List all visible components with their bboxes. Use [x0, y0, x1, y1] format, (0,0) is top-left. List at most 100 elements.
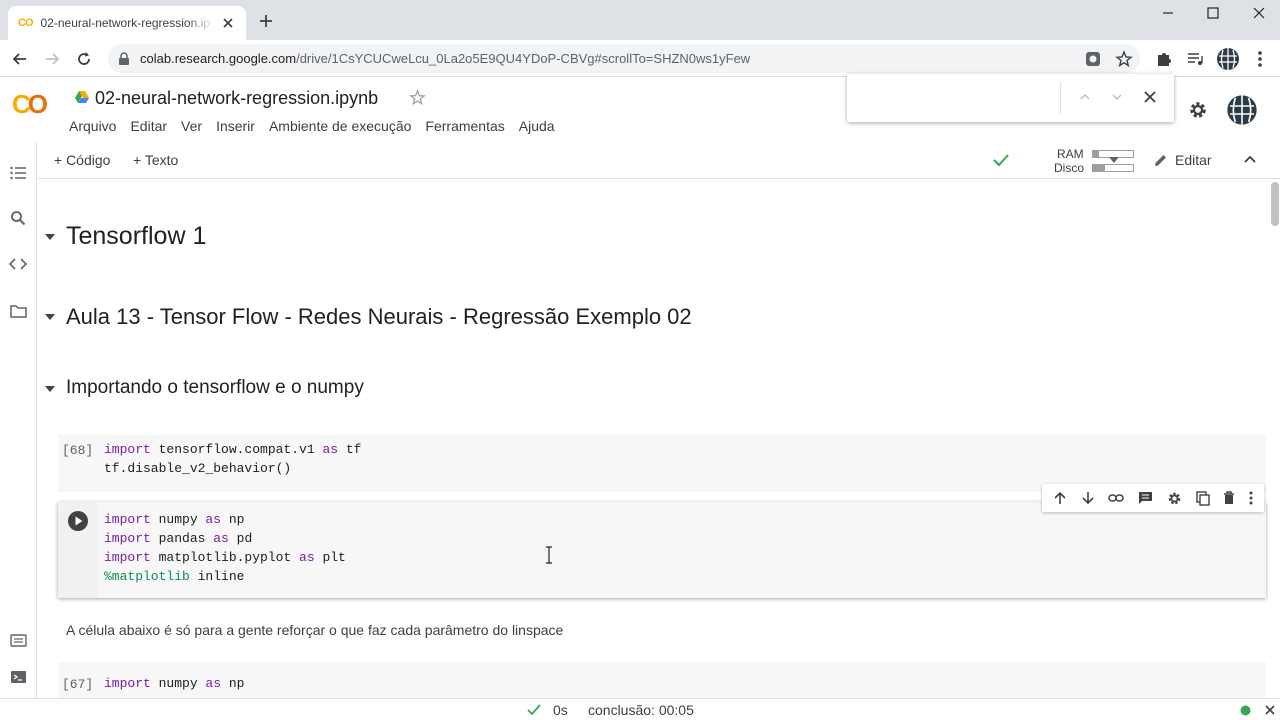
menu-ver[interactable]: Ver [181, 118, 202, 134]
media-queue-icon[interactable] [1186, 50, 1204, 68]
add-code-cell-button[interactable]: + Código [54, 152, 110, 168]
code-token: tf.disable_v2_behavior() [104, 461, 292, 476]
vertical-scrollbar[interactable] [1268, 180, 1280, 698]
find-close-icon[interactable] [1143, 90, 1157, 104]
execution-count: [67] [62, 677, 94, 692]
link-cell-icon[interactable] [1108, 491, 1125, 505]
minimize-icon[interactable] [1158, 5, 1178, 21]
collapse-header-icon[interactable] [1244, 155, 1256, 163]
heading-tensorflow: Tensorflow 1 [66, 222, 207, 250]
colab-logo-o: O [27, 89, 48, 119]
add-text-cell-button[interactable]: + Texto [133, 152, 178, 168]
code-token: as [322, 442, 339, 457]
collapse-section-icon[interactable] [44, 383, 56, 395]
close-window-icon[interactable] [1249, 5, 1269, 21]
comment-icon[interactable] [1138, 491, 1153, 505]
menu-inserir[interactable]: Inserir [216, 118, 255, 134]
colab-logo-c: C [12, 89, 31, 119]
colab-logo[interactable]: CO [12, 89, 48, 120]
new-tab-icon[interactable] [258, 13, 274, 29]
code-token: import [104, 550, 151, 565]
runtime-status-dot-icon [1240, 705, 1251, 716]
edit-button[interactable]: Editar [1175, 152, 1212, 168]
menu-editar[interactable]: Editar [130, 118, 167, 134]
google-drive-icon[interactable] [74, 90, 90, 104]
find-next-icon[interactable] [1111, 91, 1123, 103]
url-text: colab.research.google.com/drive/1CsYCUCw… [140, 51, 750, 66]
menu-ferramentas[interactable]: Ferramentas [425, 118, 504, 134]
disk-meter [1092, 164, 1134, 172]
files-folder-icon[interactable] [10, 304, 27, 318]
heading-importando: Importando o tensorflow e o numpy [66, 377, 364, 398]
settings-gear-icon[interactable] [1188, 100, 1208, 120]
code-token: as [299, 550, 315, 565]
browser-menu-icon[interactable] [1256, 50, 1264, 68]
run-cell-icon[interactable] [67, 510, 89, 532]
browser-tab[interactable]: CO 02-neural-network-regression.ipynb - … [8, 6, 246, 40]
extensions-icon[interactable] [1155, 50, 1173, 68]
forward-icon[interactable] [43, 50, 61, 68]
cell-settings-icon[interactable] [1167, 491, 1182, 506]
notebook-title[interactable]: 02-neural-network-regression.ipynb [95, 88, 378, 109]
elapsed-time: 0s [553, 702, 568, 718]
cell-toolbar [1042, 484, 1264, 512]
command-palette-icon[interactable] [10, 634, 27, 647]
close-tab-icon[interactable] [220, 15, 236, 31]
code-editor[interactable]: import numpy as np import pandas as pd i… [104, 510, 346, 586]
left-sidebar [0, 142, 37, 698]
search-icon[interactable] [10, 210, 26, 226]
address-bar[interactable]: colab.research.google.com/drive/1CsYCUCw… [108, 44, 1140, 73]
menu-arquivo[interactable]: Arquivo [69, 118, 116, 134]
menu-ajuda[interactable]: Ajuda [519, 118, 555, 134]
profile-avatar-icon[interactable] [1216, 47, 1240, 71]
reload-icon[interactable] [75, 50, 93, 68]
success-check-icon [527, 704, 541, 716]
lock-icon[interactable] [118, 52, 130, 66]
mirror-cell-icon[interactable] [1195, 490, 1210, 506]
url-path: /drive/1CsYCUCweLcu_0La2o5E9QU4YDoP-CBVg… [296, 51, 751, 66]
disk-meter-fill [1093, 165, 1105, 171]
menu-ambiente-execucao[interactable]: Ambiente de execução [269, 118, 411, 134]
code-cell[interactable]: [67] import numpy as np [58, 662, 1266, 698]
code-token: import [104, 442, 151, 457]
ram-label: RAM [1057, 147, 1084, 161]
code-token: import [104, 676, 151, 691]
code-token: as [205, 676, 222, 691]
account-avatar-icon[interactable] [1226, 94, 1258, 126]
more-options-icon[interactable] [1249, 491, 1253, 505]
code-editor[interactable]: import numpy as np [104, 674, 244, 693]
code-token: tf [338, 442, 362, 457]
collapse-section-icon[interactable] [44, 311, 56, 323]
table-of-contents-icon[interactable] [10, 166, 27, 180]
active-code-cell[interactable]: import numpy as np import pandas as pd i… [58, 502, 1266, 598]
move-cell-up-icon[interactable] [1053, 491, 1067, 505]
google-lens-icon[interactable] [1084, 50, 1102, 68]
url-host: colab.research.google.com [140, 51, 297, 66]
delete-cell-icon[interactable] [1223, 491, 1235, 505]
text-cursor-icon [546, 546, 552, 564]
terminal-icon[interactable] [10, 670, 27, 684]
find-previous-icon[interactable] [1079, 91, 1091, 103]
code-token: plt [314, 550, 346, 565]
code-editor[interactable]: import tensorflow.compat.v1 as tf tf.dis… [104, 440, 361, 478]
star-notebook-icon[interactable] [409, 89, 426, 106]
bookmark-star-icon[interactable] [1115, 50, 1133, 68]
close-status-icon[interactable] [1265, 705, 1275, 715]
move-cell-down-icon[interactable] [1081, 491, 1095, 505]
browser-tabstrip: CO 02-neural-network-regression.ipynb - … [0, 0, 1280, 40]
back-icon[interactable] [11, 50, 29, 68]
maximize-icon[interactable] [1203, 5, 1223, 21]
edit-pencil-icon [1155, 155, 1166, 166]
resources-dropdown-icon[interactable] [1109, 157, 1119, 163]
code-token: as [213, 531, 229, 546]
status-bar: 0s conclusão: 00:05 [0, 698, 1280, 720]
execution-count: [68] [62, 443, 94, 458]
scrollbar-thumb[interactable] [1271, 182, 1279, 226]
ram-meter-fill [1093, 151, 1099, 157]
code-token: pandas [150, 531, 214, 546]
browser-toolbar: colab.research.google.com/drive/1CsYCUCw… [0, 40, 1280, 77]
find-input[interactable] [855, 84, 1055, 112]
collapse-section-icon[interactable] [44, 231, 56, 243]
code-snippets-icon[interactable] [9, 258, 27, 270]
code-token: tensorflow.compat.v1 [150, 442, 323, 457]
